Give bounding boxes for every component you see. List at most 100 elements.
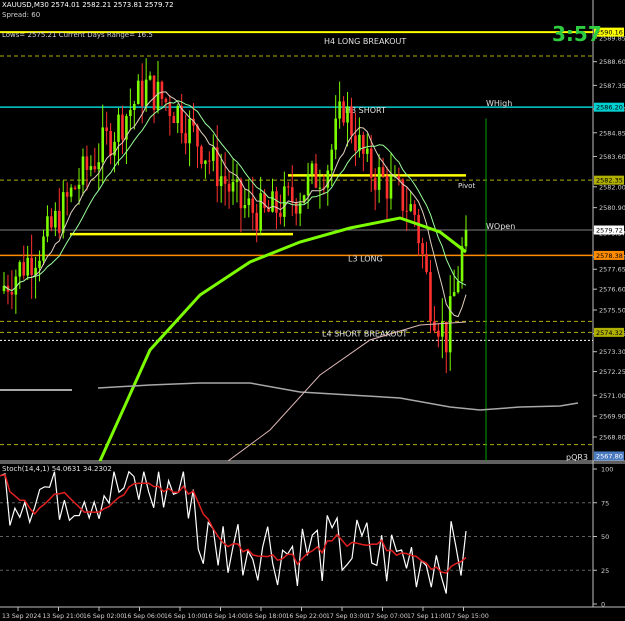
candle-body bbox=[290, 187, 294, 203]
candle-body bbox=[152, 75, 156, 110]
candle-body bbox=[409, 204, 413, 211]
candle-body bbox=[421, 243, 424, 255]
candle-body bbox=[235, 179, 239, 182]
candle-body bbox=[188, 118, 191, 144]
candle-body bbox=[381, 167, 385, 176]
candle-body bbox=[279, 212, 282, 217]
candle-body bbox=[148, 75, 152, 80]
candle-body bbox=[117, 114, 120, 142]
candle-body bbox=[243, 205, 247, 209]
label-pivot: Pivot bbox=[458, 182, 475, 190]
candle-body bbox=[231, 181, 235, 192]
background bbox=[0, 0, 625, 621]
candle-body bbox=[247, 198, 251, 206]
candle-body bbox=[69, 187, 73, 197]
candle-body bbox=[133, 103, 136, 110]
candle-body bbox=[377, 167, 381, 190]
candle-body bbox=[93, 166, 97, 170]
chart-canvas[interactable]: 2589.852588.602587.352586.102584.852583.… bbox=[0, 0, 625, 621]
label-l4-short-breakout: L4 SHORT BREAKOUT bbox=[322, 329, 407, 338]
stoch-tick-label: 50 bbox=[601, 533, 609, 541]
price-tick-label: 2580.90 bbox=[599, 204, 625, 212]
candle-body bbox=[365, 148, 369, 154]
candle-body bbox=[464, 230, 468, 247]
candle-body bbox=[85, 156, 89, 170]
candle-body bbox=[129, 109, 132, 117]
candle-body bbox=[405, 210, 409, 212]
candle-body bbox=[417, 214, 420, 244]
candle-body bbox=[456, 281, 460, 293]
info-line-1: Spread: 60 bbox=[2, 11, 41, 19]
candle-body bbox=[452, 292, 456, 297]
candle-body bbox=[65, 192, 69, 197]
candle-body bbox=[362, 134, 365, 154]
time-tick-label: 13 Sep 21:00 bbox=[43, 613, 84, 620]
info-line-2: Lows= 2575.21 Current Days Range= 16.5 bbox=[2, 31, 153, 39]
candle-body bbox=[275, 191, 278, 213]
candle-body bbox=[204, 160, 207, 164]
candle-body bbox=[101, 127, 105, 163]
candle-body bbox=[259, 193, 262, 231]
candle-body bbox=[18, 262, 22, 277]
stoch-tick-label: 25 bbox=[601, 567, 609, 575]
price-tick-label: 2569.90 bbox=[599, 413, 625, 421]
candle-body bbox=[54, 210, 57, 228]
time-tick-label: 16 Sep 18:00 bbox=[245, 613, 286, 620]
candle-body bbox=[97, 162, 101, 170]
candle-body bbox=[338, 101, 341, 119]
candle-body bbox=[444, 321, 448, 353]
candle-body bbox=[389, 176, 393, 199]
candle-body bbox=[109, 130, 112, 156]
time-tick-label: 17 Sep 15:00 bbox=[448, 613, 489, 620]
candle-body bbox=[46, 216, 49, 237]
price-tick-label: 2576.60 bbox=[599, 286, 625, 294]
time-tick-label: 16 Sep 10:00 bbox=[164, 613, 205, 620]
candle-body bbox=[314, 163, 318, 188]
chart-window[interactable]: 2589.852588.602587.352586.102584.852583.… bbox=[0, 0, 625, 621]
candle-body bbox=[350, 106, 353, 136]
candle-body bbox=[342, 101, 345, 123]
candle-body bbox=[121, 114, 124, 140]
price-tick-label: 2572.25 bbox=[599, 368, 625, 376]
candle-body bbox=[172, 116, 176, 124]
candle-body bbox=[160, 81, 164, 99]
candle-body bbox=[10, 291, 14, 295]
price-tick-label: 2584.85 bbox=[599, 129, 625, 137]
stoch-tick-label: 0 bbox=[601, 601, 605, 609]
candle-body bbox=[354, 135, 357, 151]
time-tick-label: 17 Sep 03:00 bbox=[326, 613, 367, 620]
price-tick-label: 2575.50 bbox=[599, 307, 625, 315]
time-tick-label: 17 Sep 11:00 bbox=[407, 613, 448, 620]
candle-body bbox=[164, 98, 168, 103]
candle-body bbox=[140, 80, 144, 107]
candle-body bbox=[156, 81, 160, 110]
price-tick-label: 2568.80 bbox=[599, 434, 625, 442]
candle-body bbox=[136, 80, 140, 104]
candle-body bbox=[30, 257, 33, 275]
price-tag-label: 2586.20 bbox=[596, 104, 623, 112]
stoch-label: Stoch(14,4,1) 54.0631 34.2302 bbox=[2, 465, 112, 473]
candle-body bbox=[413, 204, 416, 215]
candle-body bbox=[283, 186, 286, 217]
candle-body bbox=[61, 192, 65, 233]
bar-countdown: 3:57 bbox=[552, 22, 602, 46]
candle-body bbox=[358, 134, 361, 151]
candle-body bbox=[81, 156, 85, 185]
time-tick-label: 16 Sep 22:00 bbox=[286, 613, 327, 620]
price-tick-label: 2587.35 bbox=[599, 82, 625, 90]
candle-body bbox=[223, 176, 227, 184]
candle-body bbox=[50, 216, 53, 228]
label-l3-long: L3 LONG bbox=[348, 254, 383, 263]
label-pqr3: pQR3 bbox=[566, 453, 588, 462]
candle-body bbox=[168, 102, 172, 117]
candle-body bbox=[448, 296, 452, 353]
price-tick-label: 2583.60 bbox=[599, 153, 625, 161]
candle-body bbox=[176, 105, 180, 124]
price-tag-label: 2567.80 bbox=[596, 452, 623, 460]
candle-body bbox=[77, 184, 81, 189]
candle-body bbox=[255, 212, 259, 231]
candle-body bbox=[437, 330, 440, 337]
time-tick-label: 13 Sep 2024 bbox=[2, 613, 41, 620]
candle-body bbox=[144, 79, 148, 107]
label-whigh: WHigh bbox=[486, 99, 512, 108]
